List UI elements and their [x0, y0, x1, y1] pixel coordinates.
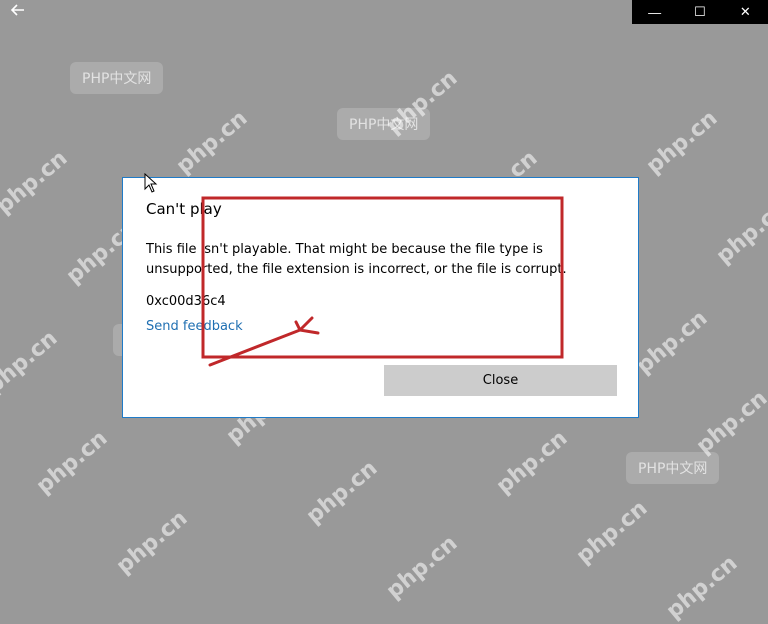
watermark-badge: PHP中文网	[337, 108, 431, 140]
dialog-message: This file isn't playable. That might be …	[146, 242, 567, 277]
arrow-left-icon	[10, 4, 24, 16]
send-feedback-link[interactable]: Send feedback	[146, 319, 243, 334]
error-code: 0xc00d36c4	[146, 294, 226, 309]
mouse-cursor-icon	[144, 173, 158, 193]
window-close-button[interactable]: ✕	[723, 0, 768, 24]
error-dialog: Can't play This file isn't playable. Tha…	[122, 177, 639, 418]
watermark-text: php.cn	[0, 325, 63, 400]
watermark-text: php.cn	[171, 105, 253, 180]
maximize-button[interactable]: ☐	[677, 0, 722, 24]
window-controls: — ☐ ✕	[632, 0, 768, 24]
watermark-text: php.cn	[301, 455, 383, 530]
watermark-text: php.cn	[0, 145, 73, 220]
watermark-text: php.cn	[31, 425, 113, 500]
watermark-text: php.cn	[381, 530, 463, 605]
watermark-text: php.cn	[571, 495, 653, 570]
close-button[interactable]: Close	[384, 365, 617, 396]
watermark-text: php.cn	[111, 505, 193, 580]
watermark-badge: PHP中文网	[626, 452, 720, 484]
watermark-text: php.cn	[491, 425, 573, 500]
dialog-title: Can't play	[146, 200, 222, 218]
watermark-text: php.cn	[631, 305, 713, 380]
watermark-text: php.cn	[691, 385, 768, 460]
watermark-text: php.cn	[711, 195, 768, 270]
watermark-text: php.cn	[381, 65, 463, 140]
minimize-button[interactable]: —	[632, 0, 677, 24]
watermark-badge: PHP中文网	[70, 62, 164, 94]
watermark-text: php.cn	[661, 550, 743, 624]
back-button[interactable]	[10, 2, 28, 20]
watermark-text: php.cn	[641, 105, 723, 180]
